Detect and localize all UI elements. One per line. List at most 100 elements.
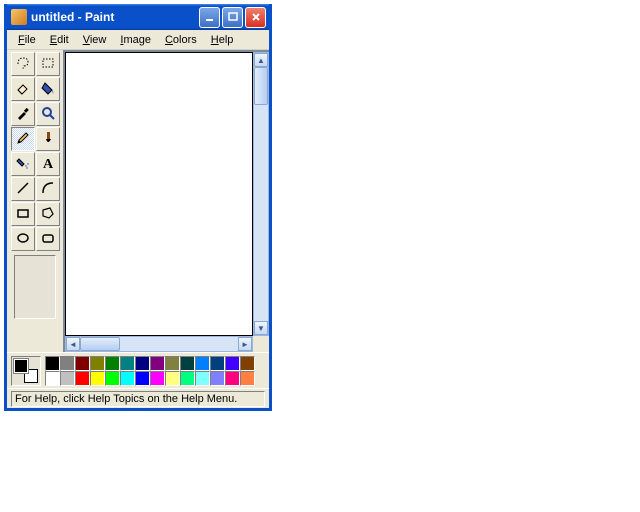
brush-icon [40, 130, 56, 149]
color-swatch[interactable] [180, 356, 195, 371]
minimize-icon [205, 12, 215, 22]
color-indicator[interactable] [11, 356, 41, 386]
rounded-rectangle-icon [40, 230, 56, 249]
color-swatch[interactable] [225, 371, 240, 386]
menu-view[interactable]: View [76, 32, 114, 48]
scroll-left-button[interactable]: ◄ [66, 337, 80, 351]
color-swatch[interactable] [165, 356, 180, 371]
tool-eraser[interactable] [11, 77, 35, 101]
color-swatch[interactable] [150, 371, 165, 386]
foreground-color [14, 359, 28, 373]
ellipse-icon [15, 230, 31, 249]
window-title: untitled - Paint [31, 10, 197, 24]
color-swatch[interactable] [135, 371, 150, 386]
tool-select[interactable] [36, 52, 60, 76]
client-area: A ▲ ▼ ◄ ► [7, 50, 269, 352]
tool-free-form-select[interactable] [11, 52, 35, 76]
canvas[interactable] [65, 52, 253, 336]
titlebar[interactable]: untitled - Paint [7, 4, 269, 30]
minimize-button[interactable] [199, 7, 220, 28]
status-text: For Help, click Help Topics on the Help … [11, 391, 265, 407]
color-swatch[interactable] [45, 356, 60, 371]
tool-pick-color[interactable] [11, 102, 35, 126]
menu-image[interactable]: Image [113, 32, 158, 48]
svg-text:A: A [43, 157, 54, 171]
menu-file[interactable]: File [11, 32, 43, 48]
canvas-area: ▲ ▼ ◄ ► [63, 50, 269, 352]
color-swatch[interactable] [75, 371, 90, 386]
color-swatch[interactable] [195, 356, 210, 371]
menu-help[interactable]: Help [204, 32, 241, 48]
tool-rectangle[interactable] [11, 202, 35, 226]
magnifier-icon [40, 105, 56, 124]
horizontal-scrollbar[interactable]: ◄ ► [65, 336, 253, 352]
line-icon [15, 180, 31, 199]
airbrush-icon [15, 155, 31, 174]
tool-brush[interactable] [36, 127, 60, 151]
menu-colors[interactable]: Colors [158, 32, 204, 48]
rectangle-icon [15, 205, 31, 224]
tool-magnifier[interactable] [36, 102, 60, 126]
color-swatch[interactable] [60, 356, 75, 371]
color-swatch[interactable] [240, 371, 255, 386]
toolbox: A [7, 50, 63, 352]
eraser-icon [15, 80, 31, 99]
menu-edit[interactable]: Edit [43, 32, 76, 48]
color-swatch[interactable] [240, 356, 255, 371]
tool-fill[interactable] [36, 77, 60, 101]
color-swatch[interactable] [165, 371, 180, 386]
fill-icon [40, 80, 56, 99]
close-button[interactable] [245, 7, 266, 28]
scroll-corner [253, 336, 269, 352]
color-swatch[interactable] [105, 371, 120, 386]
color-swatch[interactable] [210, 356, 225, 371]
scroll-down-button[interactable]: ▼ [254, 321, 268, 335]
tool-pencil[interactable] [11, 127, 35, 151]
color-swatch[interactable] [105, 356, 120, 371]
polygon-icon [40, 205, 56, 224]
close-icon [251, 12, 261, 22]
pick-color-icon [15, 105, 31, 124]
tool-airbrush[interactable] [11, 152, 35, 176]
maximize-button[interactable] [222, 7, 243, 28]
free-form-select-icon [15, 55, 31, 74]
color-swatch[interactable] [210, 371, 225, 386]
tool-options-box[interactable] [14, 255, 56, 319]
color-swatch[interactable] [120, 371, 135, 386]
scroll-up-button[interactable]: ▲ [254, 53, 268, 67]
vertical-scrollbar[interactable]: ▲ ▼ [253, 52, 269, 336]
menubar: File Edit View Image Colors Help [7, 30, 269, 50]
color-swatch[interactable] [45, 371, 60, 386]
scroll-thumb-horizontal[interactable] [80, 337, 120, 351]
color-palette [45, 356, 255, 386]
paint-window: untitled - Paint File Edit View Image Co… [4, 4, 272, 411]
scroll-track-vertical[interactable] [254, 67, 268, 321]
color-swatch[interactable] [75, 356, 90, 371]
tool-curve[interactable] [36, 177, 60, 201]
scroll-track-horizontal[interactable] [80, 337, 238, 351]
text-icon: A [40, 155, 56, 174]
color-swatch[interactable] [135, 356, 150, 371]
color-swatch[interactable] [150, 356, 165, 371]
color-swatch[interactable] [90, 371, 105, 386]
app-icon [11, 9, 27, 25]
color-swatch[interactable] [180, 371, 195, 386]
statusbar: For Help, click Help Topics on the Help … [7, 388, 269, 408]
tool-polygon[interactable] [36, 202, 60, 226]
scroll-thumb-vertical[interactable] [254, 67, 268, 105]
palette-row [7, 352, 269, 388]
select-icon [40, 55, 56, 74]
color-swatch[interactable] [195, 371, 210, 386]
color-swatch[interactable] [120, 356, 135, 371]
scroll-right-button[interactable]: ► [238, 337, 252, 351]
color-swatch[interactable] [225, 356, 240, 371]
tool-rounded-rectangle[interactable] [36, 227, 60, 251]
tool-text[interactable]: A [36, 152, 60, 176]
curve-icon [40, 180, 56, 199]
pencil-icon [15, 130, 31, 149]
maximize-icon [228, 12, 238, 22]
tool-ellipse[interactable] [11, 227, 35, 251]
tool-line[interactable] [11, 177, 35, 201]
color-swatch[interactable] [60, 371, 75, 386]
color-swatch[interactable] [90, 356, 105, 371]
